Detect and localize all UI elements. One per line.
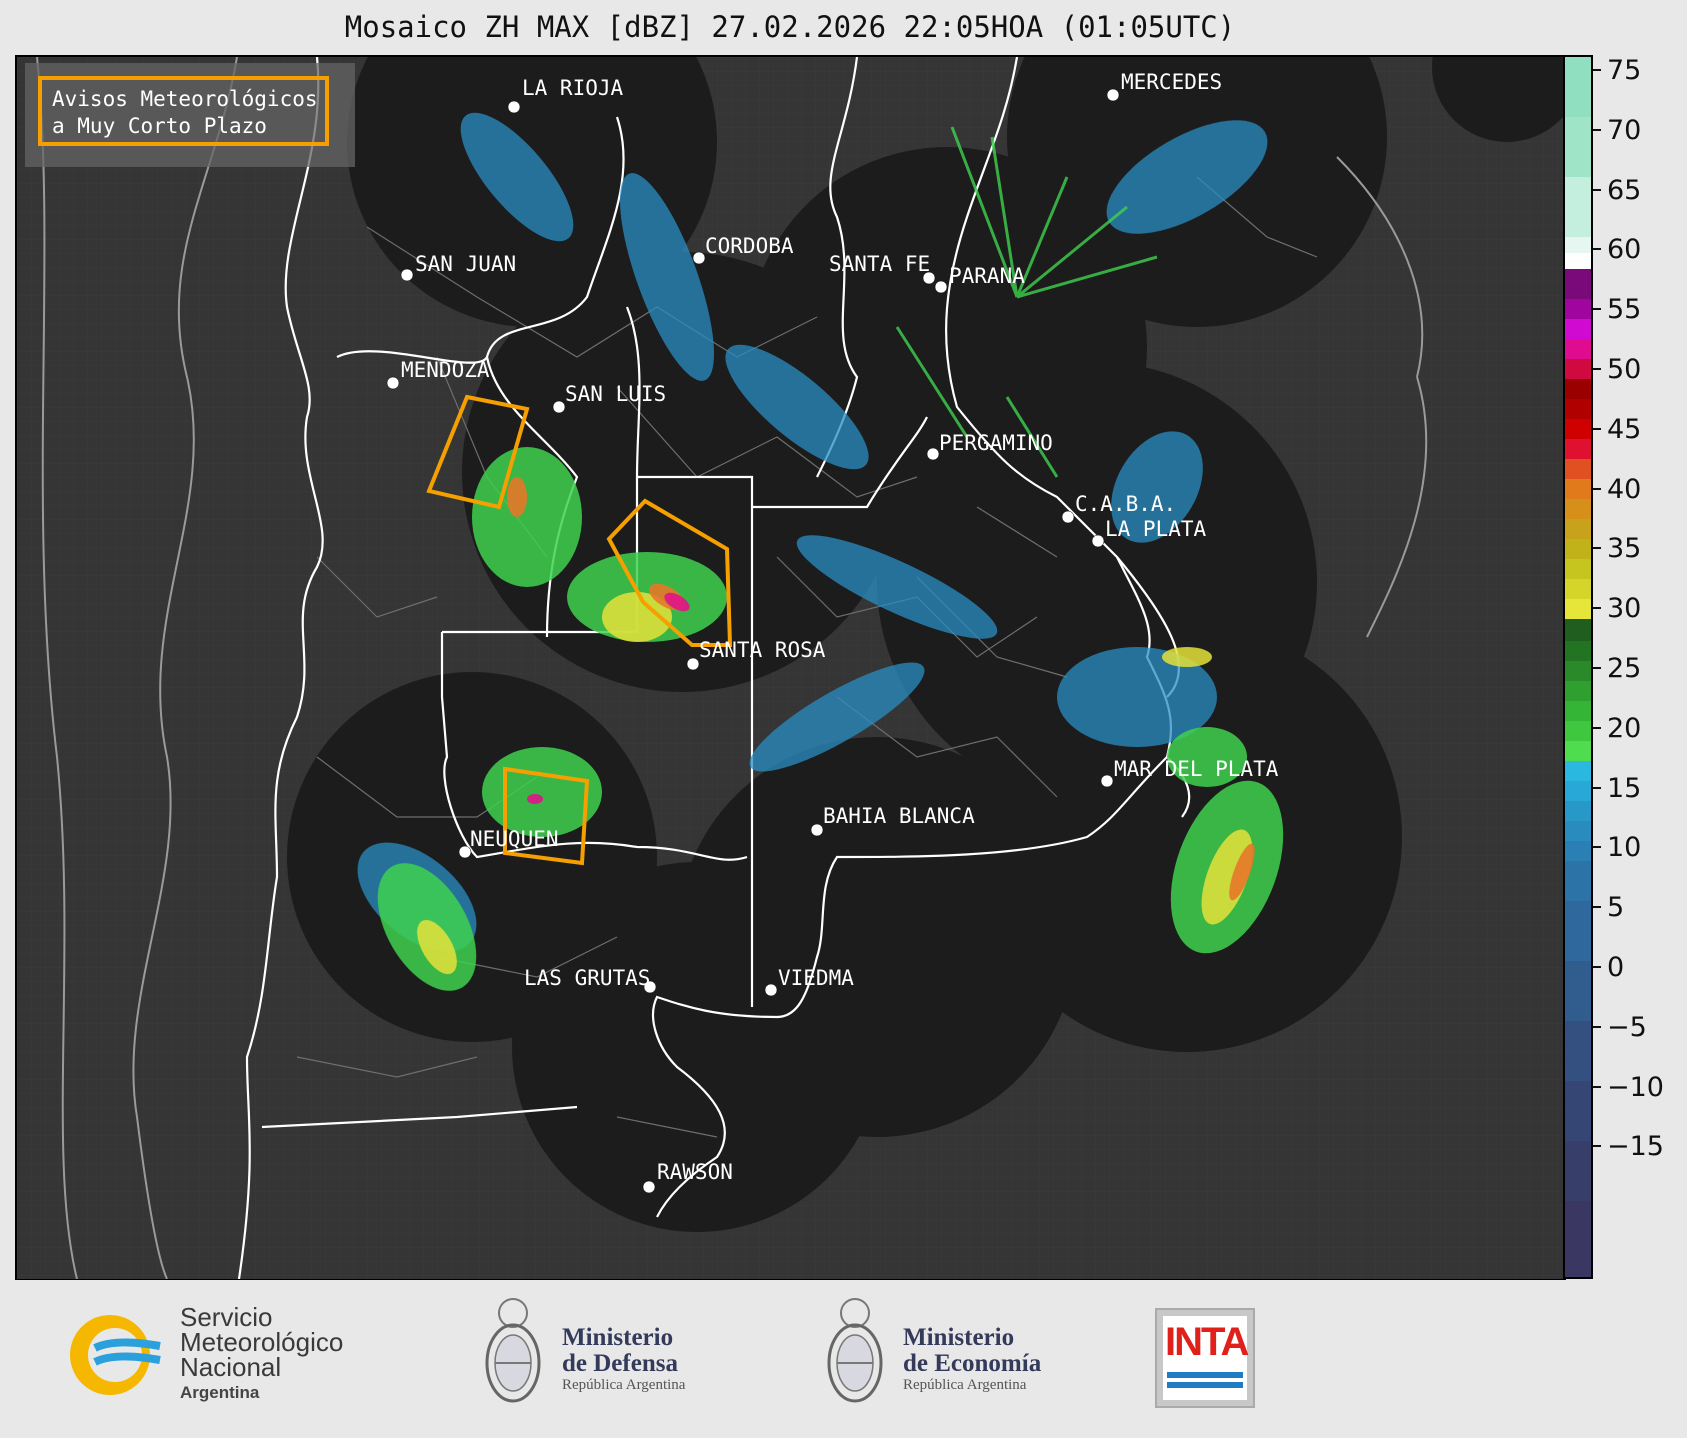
colorbar-tick-label: 60 [1592,234,1641,265]
city-label: PERGAMINO [939,431,1053,455]
economia-line-1: Ministerio [903,1324,1015,1351]
radar-map-canvas: LA RIOJA SAN JUAN CORDOBA SANTA FE PARANA MER… [17,57,1564,1279]
city-label: LA PLATA [1105,517,1207,541]
city-label: C.A.B.A. [1075,492,1176,516]
inta-wordmark: INTA [1165,1320,1249,1364]
colorbar-tick-label: 65 [1592,175,1641,206]
smn-sub: Argentina [180,1383,260,1402]
colorbar-tick-label: 0 [1592,952,1624,983]
city-label: SANTA FE [829,252,930,276]
colorbar-tick-label: 10 [1592,832,1641,863]
economia-line-2: de Economía [903,1350,1042,1377]
radar-map[interactable]: LA RIOJA SAN JUAN CORDOBA SANTA FE PARANA MER… [15,55,1566,1281]
colorbar-tick-label: 5 [1592,892,1624,923]
city-label: MERCEDES [1121,70,1222,94]
city-label: NEUQUEN [470,827,559,851]
colorbar-tick-label: 75 [1592,55,1641,86]
city-marker [692,251,706,265]
defensa-name: Ministerio de Defensa República Argentin… [562,1325,685,1394]
colorbar-ticks: 75 70 65 60 55 50 45 40 35 30 25 20 15 10 5 0 −5 −10 −15 [1592,55,1687,1279]
colorbar-gradient [1565,57,1591,1277]
defensa-line-3: República Argentina [562,1377,686,1393]
city-marker [686,657,700,671]
legend-line-2: a Muy Corto Plazo [52,114,267,138]
colorbar-tick-label: 25 [1592,653,1641,684]
map-title: Mosaico ZH MAX [dBZ] 27.02.2026 22:05HOA… [344,10,1236,44]
city-marker [552,400,566,414]
warnings-legend-text: Avisos Meteorológicos a Muy Corto Plazo [38,76,329,146]
colorbar-tick-label: −5 [1593,1012,1647,1043]
city-label: SAN JUAN [415,252,516,276]
defensa-line-2: de Defensa [562,1350,678,1377]
city-label: MAR DEL PLATA [1114,757,1279,781]
colorbar-tick-label: 35 [1592,533,1641,564]
defensa-line-1: Ministerio [562,1324,674,1351]
city-label: SANTA ROSA [699,638,826,662]
city-marker [386,376,400,390]
colorbar-tick-label: 20 [1592,713,1641,744]
logo-bar: Servicio Meteorológico Nacional Argentin… [0,1280,1687,1438]
city-marker [934,280,948,294]
city-marker [926,447,940,461]
colorbar-tick-label: −15 [1593,1131,1664,1162]
city-marker [1100,774,1114,788]
smn-name: Servicio Meteorológico Nacional Argentin… [180,1304,343,1405]
colorbar-tick-label: 70 [1592,115,1641,146]
city-marker [810,823,824,837]
city-label: PARANA [949,264,1025,288]
city-marker [1091,534,1105,548]
city-marker [507,100,521,114]
economia-line-3: República Argentina [903,1377,1027,1393]
colorbar-tick-label: 50 [1592,354,1641,385]
defensa-coat-of-arms-icon [485,1298,541,1403]
inta-logo: INTA [1155,1308,1255,1408]
city-label: VIEDMA [778,966,854,990]
city-label: LAS GRUTAS [524,966,650,990]
colorbar-tick-label: 45 [1592,414,1641,445]
economia-coat-of-arms-icon [827,1298,883,1403]
city-label: CORDOBA [705,234,794,258]
city-label: SAN LUIS [565,382,666,406]
city-label: BAHIA BLANCA [823,804,975,828]
colorbar-tick-label: 30 [1592,593,1641,624]
colorbar-tick-label: 15 [1592,773,1641,804]
city-marker [1106,88,1120,102]
city-marker [764,983,778,997]
city-label: RAWSON [657,1160,733,1184]
economia-name: Ministerio de Economía República Argenti… [903,1325,1041,1394]
city-marker [642,1180,656,1194]
legend-line-1: Avisos Meteorológicos [52,87,318,111]
smn-line-3: Nacional [180,1352,282,1382]
warnings-legend: Avisos Meteorológicos a Muy Corto Plazo [25,63,355,167]
city-label: MENDOZA [401,358,490,382]
colorbar-tick-label: 40 [1592,474,1641,505]
smn-logo [70,1315,161,1395]
colorbar-tick-label: −10 [1593,1072,1664,1103]
colorbar [1563,55,1593,1279]
colorbar-tick-label: 55 [1592,294,1641,325]
city-marker [400,268,414,282]
city-label: LA RIOJA [522,76,624,100]
city-marker [1061,510,1075,524]
